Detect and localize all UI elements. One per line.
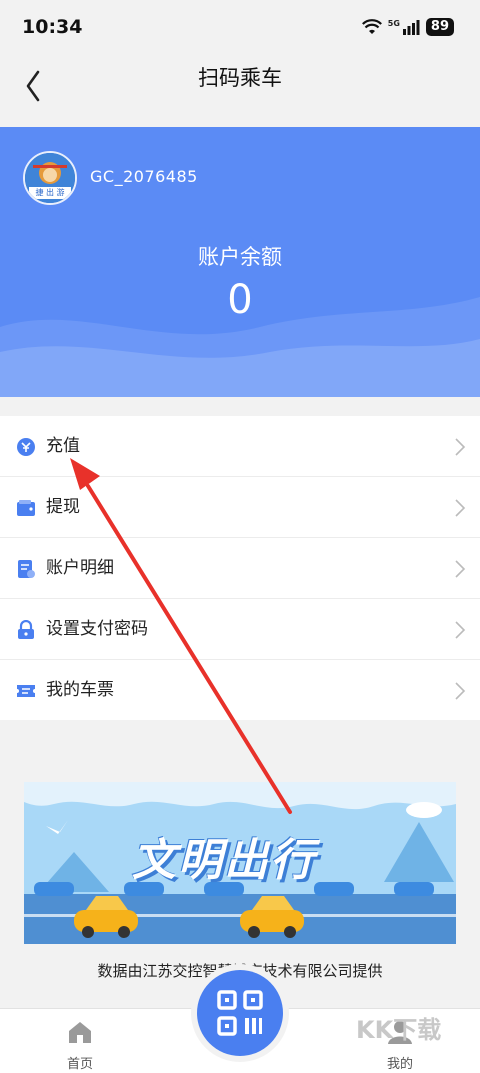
chevron-right-icon	[455, 682, 466, 700]
menu-item-payment-password[interactable]: 设置支付密码	[0, 599, 480, 660]
banner-title: 文明出行	[132, 835, 316, 886]
menu-item-my-tickets[interactable]: 我的车票	[0, 660, 480, 720]
home-icon	[69, 1022, 91, 1043]
account-card: 捷 出 游 GC_2076485 账户余额 0	[0, 127, 480, 397]
status-bar: 10:34 5G 89	[0, 0, 480, 56]
status-icons: 5G 89	[361, 18, 454, 36]
avatar[interactable]: 捷 出 游	[23, 151, 77, 205]
wallet-icon	[17, 500, 35, 516]
scan-qr-button[interactable]	[197, 970, 283, 1056]
menu-item-withdraw[interactable]: 提现	[0, 477, 480, 538]
menu-item-label: 账户明细	[46, 558, 114, 578]
nav-bar: 扫码乘车	[0, 56, 480, 122]
status-time: 10:34	[22, 16, 83, 38]
tab-home[interactable]: 首页	[40, 1009, 120, 1073]
tab-home-label: 首页	[66, 1057, 93, 1072]
lock-icon	[18, 620, 34, 639]
menu-item-recharge[interactable]: 充值	[0, 416, 480, 477]
menu-item-statement[interactable]: 账户明细	[0, 538, 480, 599]
chevron-right-icon	[455, 621, 466, 639]
page-title: 扫码乘车	[198, 66, 282, 90]
wifi-icon	[361, 19, 382, 34]
battery-indicator: 89	[425, 18, 454, 36]
avatar-caption: 捷 出 游	[35, 188, 65, 197]
account-menu: 充值 提现 账户明细 设置支付密码 我的车票	[0, 416, 480, 720]
menu-item-label: 我的车票	[46, 680, 114, 700]
signal-icon	[402, 20, 420, 35]
balance-value: 0	[227, 277, 253, 323]
chevron-right-icon	[455, 438, 466, 456]
promo-banner[interactable]: 文明出行	[24, 782, 456, 944]
watermark: KK下载	[356, 1016, 442, 1044]
menu-item-label: 提现	[46, 497, 80, 517]
chevron-right-icon	[455, 560, 466, 578]
balance-label: 账户余额	[198, 245, 282, 269]
chevron-right-icon	[455, 499, 466, 517]
recharge-icon	[17, 438, 35, 456]
menu-item-label: 充值	[46, 436, 80, 456]
statement-icon	[18, 560, 35, 578]
ticket-icon	[17, 685, 35, 697]
tab-mine-label: 我的	[386, 1057, 413, 1072]
menu-item-label: 设置支付密码	[46, 619, 148, 639]
network-type: 5G	[387, 18, 400, 28]
username: GC_2076485	[90, 167, 198, 186]
qr-scan-icon	[217, 990, 263, 1036]
